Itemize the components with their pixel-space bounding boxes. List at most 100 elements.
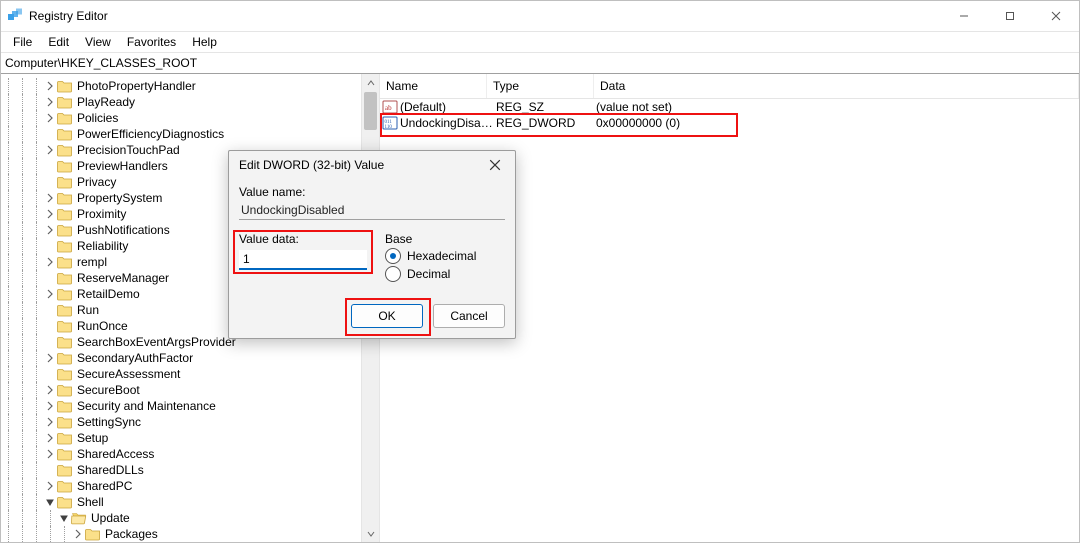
tree-item[interactable]: SecureAssessment <box>1 366 361 382</box>
menu-view[interactable]: View <box>77 35 119 49</box>
tree-item[interactable]: SharedPC <box>1 478 361 494</box>
tree-item-label: PhotoPropertyHandler <box>76 79 197 93</box>
folder-icon <box>57 334 73 350</box>
chevron-right-icon[interactable] <box>43 398 57 414</box>
menu-edit[interactable]: Edit <box>40 35 77 49</box>
chevron-right-icon[interactable] <box>43 478 57 494</box>
tree-item[interactable]: Packages <box>1 526 361 542</box>
tree-item-label: PropertySystem <box>76 191 163 205</box>
value-name-field[interactable]: UndockingDisabled <box>239 201 505 220</box>
tree-item[interactable]: Update <box>1 510 361 526</box>
chevron-right-icon[interactable] <box>43 430 57 446</box>
tree-item-label: PreviewHandlers <box>76 159 169 173</box>
chevron-right-icon[interactable] <box>43 382 57 398</box>
chevron-right-icon[interactable] <box>71 526 85 542</box>
radio-decimal[interactable]: Decimal <box>385 266 505 282</box>
tree-item-label: Reliability <box>76 239 129 253</box>
tree-item-label: SecondaryAuthFactor <box>76 351 194 365</box>
tree-expander-none <box>43 238 57 254</box>
radio-hex-label: Hexadecimal <box>407 249 476 263</box>
values-header: Name Type Data <box>380 74 1079 99</box>
chevron-right-icon[interactable] <box>43 78 57 94</box>
chevron-right-icon[interactable] <box>43 350 57 366</box>
column-header-type[interactable]: Type <box>487 74 594 98</box>
chevron-right-icon[interactable] <box>43 110 57 126</box>
chevron-right-icon[interactable] <box>43 190 57 206</box>
value-data-input[interactable] <box>239 250 367 270</box>
folder-icon <box>57 222 73 238</box>
chevron-down-icon[interactable] <box>43 494 57 510</box>
menu-help[interactable]: Help <box>184 35 225 49</box>
value-data-cell: (value not set) <box>596 100 1079 114</box>
tree-item[interactable]: Setup <box>1 430 361 446</box>
tree-item[interactable]: SharedAccess <box>1 446 361 462</box>
radio-dec-indicator <box>385 266 401 282</box>
chevron-down-icon[interactable] <box>57 510 71 526</box>
tree-item-label: rempl <box>76 255 108 269</box>
folder-icon <box>57 414 73 430</box>
tree-item-label: SecureAssessment <box>76 367 181 381</box>
folder-icon <box>57 302 73 318</box>
tree-item-label: SettingSync <box>76 415 142 429</box>
tree-item[interactable]: PhotoPropertyHandler <box>1 78 361 94</box>
tree-item[interactable]: SharedDLLs <box>1 462 361 478</box>
tree-item[interactable]: Security and Maintenance <box>1 398 361 414</box>
tree-item[interactable]: PowerEfficiencyDiagnostics <box>1 126 361 142</box>
folder-icon <box>57 494 73 510</box>
folder-icon <box>57 94 73 110</box>
chevron-right-icon[interactable] <box>43 94 57 110</box>
chevron-right-icon[interactable] <box>43 286 57 302</box>
tree-item-label: Policies <box>76 111 119 125</box>
folder-icon <box>57 158 73 174</box>
tree-item[interactable]: Policies <box>1 110 361 126</box>
column-header-data[interactable]: Data <box>594 74 1079 98</box>
value-row[interactable]: (Default)REG_SZ(value not set) <box>380 99 1079 115</box>
reg-dword-icon <box>382 115 398 131</box>
tree-item[interactable]: SettingSync <box>1 414 361 430</box>
values-list: (Default)REG_SZ(value not set)UndockingD… <box>380 99 1079 131</box>
column-header-name[interactable]: Name <box>380 74 487 98</box>
tree-item[interactable]: PlayReady <box>1 94 361 110</box>
tree-item-label: RunOnce <box>76 319 129 333</box>
menu-favorites[interactable]: Favorites <box>119 35 184 49</box>
chevron-right-icon[interactable] <box>43 206 57 222</box>
tree-item-label: Update <box>90 511 131 525</box>
ok-button[interactable]: OK <box>351 304 423 328</box>
chevron-right-icon[interactable] <box>43 142 57 158</box>
dialog-close-button[interactable] <box>475 151 515 179</box>
cancel-button[interactable]: Cancel <box>433 304 505 328</box>
menu-file[interactable]: File <box>5 35 40 49</box>
maximize-button[interactable] <box>987 1 1033 31</box>
chevron-right-icon[interactable] <box>43 446 57 462</box>
folder-icon <box>85 526 101 542</box>
folder-icon <box>57 126 73 142</box>
scroll-down-button[interactable] <box>362 525 379 542</box>
chevron-right-icon[interactable] <box>43 254 57 270</box>
value-name-label: Value name: <box>239 185 505 199</box>
folder-icon <box>57 318 73 334</box>
radio-hexadecimal[interactable]: Hexadecimal <box>385 248 505 264</box>
scroll-up-button[interactable] <box>362 74 379 91</box>
folder-icon <box>57 462 73 478</box>
value-row[interactable]: UndockingDisab...REG_DWORD0x00000000 (0) <box>380 115 1079 131</box>
minimize-button[interactable] <box>941 1 987 31</box>
folder-icon <box>57 238 73 254</box>
tree-expander-none <box>43 158 57 174</box>
window-controls <box>941 1 1079 31</box>
folder-icon <box>57 382 73 398</box>
menubar: File Edit View Favorites Help <box>1 32 1079 53</box>
folder-icon <box>57 270 73 286</box>
close-button[interactable] <box>1033 1 1079 31</box>
address-bar[interactable]: Computer\HKEY_CLASSES_ROOT <box>1 53 1079 74</box>
tree-item[interactable]: SecondaryAuthFactor <box>1 350 361 366</box>
tree-item[interactable]: Shell <box>1 494 361 510</box>
chevron-right-icon[interactable] <box>43 414 57 430</box>
value-type-cell: REG_SZ <box>496 100 596 114</box>
chevron-right-icon[interactable] <box>43 222 57 238</box>
base-label: Base <box>385 232 505 246</box>
tree-item-label: SharedDLLs <box>76 463 145 477</box>
tree-item[interactable]: SecureBoot <box>1 382 361 398</box>
scroll-thumb[interactable] <box>364 92 377 130</box>
value-name-cell: (Default) <box>400 100 496 114</box>
value-name-cell: UndockingDisab... <box>400 116 496 130</box>
